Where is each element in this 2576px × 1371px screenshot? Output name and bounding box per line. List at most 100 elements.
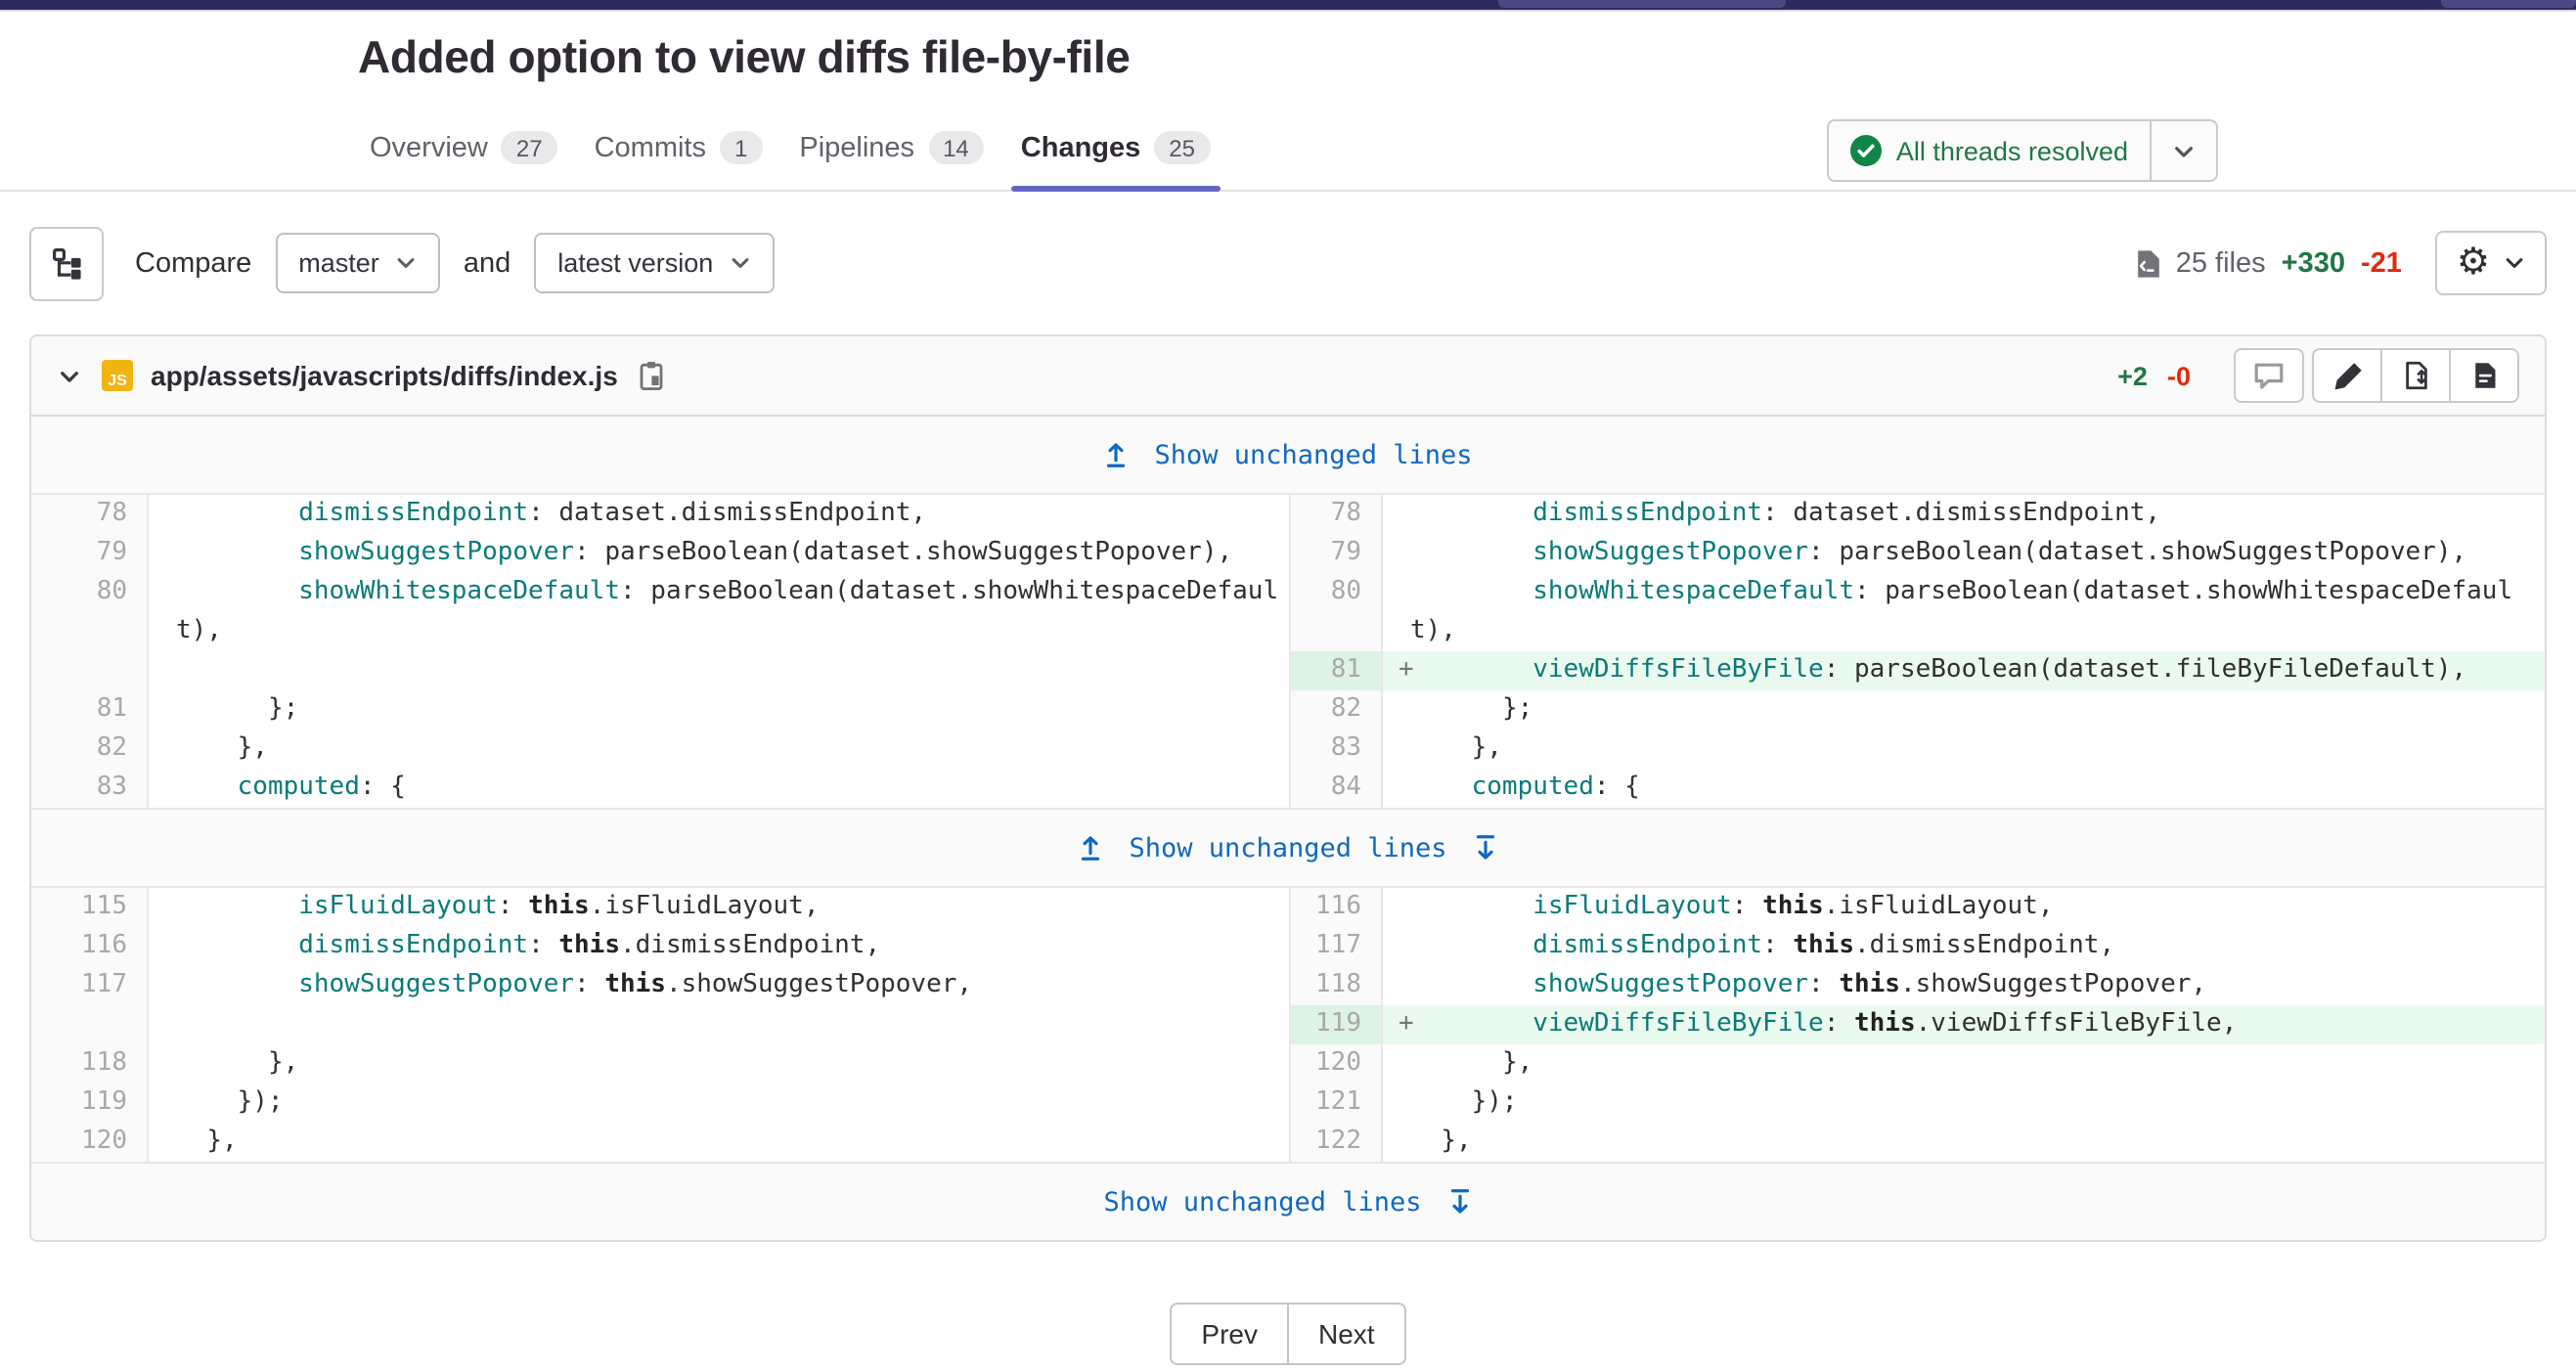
new-line-number[interactable]: 118: [1289, 967, 1383, 1006]
tab-label: Pipelines: [799, 132, 914, 163]
view-file-button[interactable]: [2449, 349, 2519, 404]
conjunction-label: and: [464, 248, 511, 280]
new-code-line: showSuggestPopover: parseBoolean(dataset…: [1383, 535, 2545, 574]
new-code-line: dismissEndpoint: dataset.dismissEndpoint…: [1383, 496, 2545, 535]
new-line-number[interactable]: 84: [1289, 770, 1383, 809]
new-line-number[interactable]: 81: [1289, 652, 1383, 691]
expand-up-icon: [1078, 834, 1103, 863]
old-line-number[interactable]: 117: [31, 967, 149, 1006]
added-line-marker: +: [1399, 1006, 1414, 1045]
new-line-number[interactable]: 120: [1289, 1045, 1383, 1084]
new-line-number[interactable]: 119: [1289, 1006, 1383, 1045]
old-line-number[interactable]: 115: [31, 889, 149, 928]
file-deletions-count: -0: [2167, 362, 2191, 391]
compare-bar: Compare master and latest version 25 fil…: [0, 193, 2576, 335]
old-code-line: dismissEndpoint: this.dismissEndpoint,: [149, 928, 1289, 967]
new-line-number[interactable]: 80: [1289, 574, 1383, 652]
tab-commits[interactable]: Commits 1: [595, 115, 763, 191]
old-line-number[interactable]: 82: [31, 730, 149, 770]
target-version-label: latest version: [557, 249, 713, 279]
new-line-number[interactable]: 78: [1289, 496, 1383, 535]
diff-row: 115 isFluidLayout: this.isFluidLayout,11…: [31, 889, 2545, 928]
copy-path-button[interactable]: [638, 361, 665, 392]
file-additions-count: +2: [2117, 362, 2148, 391]
chevron-down-icon: [729, 253, 750, 275]
old-line-number[interactable]: 83: [31, 770, 149, 809]
expand-down-icon: [1447, 1188, 1473, 1217]
old-line-number[interactable]: 80: [31, 574, 149, 652]
pencil-icon: [2332, 362, 2362, 391]
show-unchanged-lines-label: Show unchanged lines: [1129, 833, 1446, 864]
diff-settings-dropdown[interactable]: ⚙: [2435, 232, 2547, 296]
diff-row: 78 dismissEndpoint: dataset.dismissEndpo…: [31, 496, 2545, 535]
old-code-line: },: [149, 1045, 1289, 1084]
compare-label: Compare: [135, 248, 251, 280]
diff-body: Show unchanged lines 78 dismissEndpoint: …: [31, 418, 2545, 1241]
new-line-number[interactable]: 82: [1289, 691, 1383, 730]
new-code-line: },: [1383, 1045, 2545, 1084]
files-count-label: 25 files: [2176, 248, 2266, 280]
tab-count-badge: 14: [928, 131, 984, 165]
show-unchanged-lines-label: Show unchanged lines: [1154, 440, 1472, 471]
old-line-number[interactable]: 81: [31, 691, 149, 730]
prev-file-button[interactable]: Prev: [1170, 1304, 1289, 1366]
toggle-comments-button[interactable]: [2234, 349, 2304, 404]
new-code-line: showWhitespaceDefault: parseBoolean(data…: [1383, 574, 2545, 652]
chevron-down-icon: [2504, 253, 2525, 275]
threads-dropdown-toggle[interactable]: [2150, 121, 2216, 180]
old-line-number[interactable]: 120: [31, 1124, 149, 1163]
file-actions-group: [2312, 349, 2519, 404]
merge-request-changes-page: Added option to view diffs file-by-file …: [0, 0, 2576, 1371]
diff-row: 120 },122 },: [31, 1124, 2545, 1163]
tab-changes[interactable]: Changes 25: [1021, 115, 1210, 191]
threads-resolved-label: All threads resolved: [1896, 136, 2128, 165]
new-line-number[interactable]: 83: [1289, 730, 1383, 770]
show-unchanged-lines-link[interactable]: Show unchanged lines: [1103, 1187, 1472, 1218]
new-code-line: + viewDiffsFileByFile: this.viewDiffsFil…: [1383, 1006, 2545, 1045]
unchanged-lines-expander-row: Show unchanged lines: [31, 1163, 2545, 1241]
collapse-file-button[interactable]: [57, 364, 82, 389]
old-code-line: });: [149, 1084, 1289, 1124]
old-code-line: },: [149, 730, 1289, 770]
new-code-line: computed: {: [1383, 770, 2545, 809]
new-code-line: + viewDiffsFileByFile: parseBoolean(data…: [1383, 652, 2545, 691]
old-line-number[interactable]: 78: [31, 496, 149, 535]
file-path[interactable]: app/assets/javascripts/diffs/index.js: [151, 361, 618, 392]
old-line-number[interactable]: 116: [31, 928, 149, 967]
old-line-number[interactable]: 118: [31, 1045, 149, 1084]
new-line-number[interactable]: 79: [1289, 535, 1383, 574]
edit-file-button[interactable]: [2312, 349, 2382, 404]
diff-row: 119+ viewDiffsFileByFile: this.viewDiffs…: [31, 1006, 2545, 1045]
show-unchanged-lines-link[interactable]: Show unchanged lines: [1103, 440, 1472, 471]
next-file-button[interactable]: Next: [1287, 1304, 1406, 1366]
all-threads-resolved-button[interactable]: All threads resolved: [1828, 119, 2218, 182]
diff-row: 81+ viewDiffsFileByFile: parseBoolean(da…: [31, 652, 2545, 691]
diff-file-header: JS app/assets/javascripts/diffs/index.js…: [31, 337, 2545, 418]
show-unchanged-lines-link[interactable]: Show unchanged lines: [1078, 833, 1497, 864]
old-line-number[interactable]: 119: [31, 1084, 149, 1124]
new-code-line: showSuggestPopover: this.showSuggestPopo…: [1383, 967, 2545, 1006]
file-swap-icon: [2401, 361, 2430, 392]
old-line-number[interactable]: 79: [31, 535, 149, 574]
check-circle-icon: [1851, 135, 1883, 166]
new-line-number[interactable]: 116: [1289, 889, 1383, 928]
file-tree-toggle-button[interactable]: [29, 227, 104, 301]
compare-versions-button[interactable]: [2380, 349, 2451, 404]
expand-up-icon: [1103, 441, 1129, 470]
new-line-number[interactable]: 117: [1289, 928, 1383, 967]
target-version-dropdown[interactable]: latest version: [534, 234, 774, 294]
tab-pipelines[interactable]: Pipelines 14: [799, 115, 983, 191]
diff-row: 119 });121 });: [31, 1084, 2545, 1124]
new-line-number[interactable]: 121: [1289, 1084, 1383, 1124]
new-code-line: },: [1383, 1124, 2545, 1163]
old-code-line: showSuggestPopover: parseBoolean(dataset…: [149, 535, 1289, 574]
gear-icon: ⚙: [2457, 245, 2490, 283]
comment-icon: [2253, 362, 2285, 391]
source-branch-dropdown[interactable]: master: [275, 234, 440, 294]
diff-row: 81 };82 };: [31, 691, 2545, 730]
tab-overview[interactable]: Overview 27: [370, 115, 557, 191]
new-line-number[interactable]: 122: [1289, 1124, 1383, 1163]
old-code-line: isFluidLayout: this.isFluidLayout,: [149, 889, 1289, 928]
diff-row: 83 computed: {84 computed: {: [31, 770, 2545, 809]
old-code-line: [149, 652, 1289, 691]
